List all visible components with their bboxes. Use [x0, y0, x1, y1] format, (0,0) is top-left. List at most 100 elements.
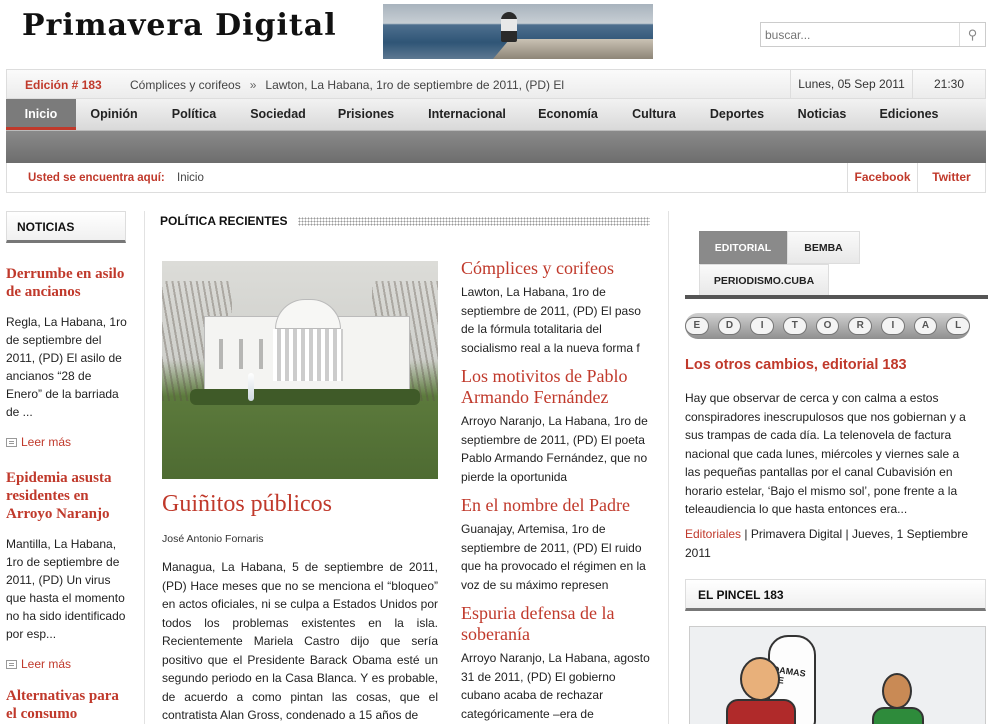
edition-bar: Edición # 183 Cómplices y corifeos » Lawto… [6, 69, 986, 99]
badge-letter: D [717, 317, 742, 335]
breadcrumb-label: Usted se encuentra aquí: [28, 172, 165, 184]
badge-letter: R [848, 317, 873, 335]
column-divider [144, 211, 145, 724]
editorial-tabs: EDITORIAL BEMBA PERIODISMO.CUBA [685, 229, 988, 299]
nav-item-sociedad[interactable]: Sociedad [236, 99, 320, 130]
badge-letter: I [881, 317, 905, 335]
editorial-text: Hay que observar de cerca y con calma a … [685, 391, 966, 516]
list-item: Los motivitos de Pablo Armando Fernández… [461, 366, 651, 486]
nav-item-economia[interactable]: Economía [522, 99, 614, 130]
news-item-title[interactable]: Epidemia asusta residentes en Arroyo Nar… [6, 469, 128, 523]
badge-letter: E [684, 317, 709, 335]
tab-periodismo-cuba[interactable]: PERIODISMO.CUBA [699, 264, 829, 297]
nav-item-prisiones[interactable]: Prisiones [320, 99, 412, 130]
cartoon-figure-body [872, 707, 924, 724]
search-icon[interactable]: ⚲ [959, 23, 985, 46]
recent-article-title[interactable]: Los motivitos de Pablo Armando Fernández [461, 366, 651, 408]
breadcrumb: Usted se encuentra aquí: Inicio Facebook… [6, 163, 986, 193]
fountain-shape [248, 373, 254, 401]
nav-item-opinion[interactable]: Opinión [76, 99, 152, 130]
read-more-label: Leer más [21, 435, 72, 449]
news-list: Derrumbe en asilo de ancianos Regla, La … [6, 265, 128, 724]
news-item-text: Regla, La Habana, 1ro de septiembre del … [6, 315, 127, 419]
recent-article-title[interactable]: Espuria defensa de la soberanía [461, 603, 651, 645]
recent-article-text: Guanajay, Artemisa, 1ro de septiembre de… [461, 522, 646, 592]
news-item-text: Mantilla, La Habana, 1ro de septiembre d… [6, 537, 126, 641]
header-banner-image [383, 4, 653, 59]
current-date: Lunes, 05 Sep 2011 [790, 70, 912, 98]
recent-article-title[interactable]: Cómplices y corifeos [461, 258, 651, 279]
ticker-text[interactable]: Lawton, La Habana, 1ro de septiembre de … [265, 78, 564, 92]
recent-article-text: Lawton, La Habana, 1ro de septiembre de … [461, 285, 641, 355]
sidebar-heading: NOTICIAS [6, 211, 126, 243]
recent-article-text: Arroyo Naranjo, La Habana, agosto 31 de … [461, 651, 650, 721]
section-title: POLÍTICA RECIENTES [160, 214, 288, 228]
section-heading: POLÍTICA RECIENTES [160, 211, 650, 231]
dotted-rule [297, 216, 650, 226]
nav-item-noticias[interactable]: Noticias [780, 99, 864, 130]
main-article-title[interactable]: Guiñitos públicos [162, 491, 438, 518]
badge-letter: L [946, 317, 971, 335]
nav-item-politica[interactable]: Política [152, 99, 236, 130]
list-item: Espuria defensa de la soberanía Arroyo N… [461, 603, 651, 723]
article-photo[interactable] [162, 261, 438, 479]
tab-bemba[interactable]: BEMBA [787, 231, 860, 264]
ticker-separator: » [249, 78, 257, 92]
main-nav: Inicio Opinión Política Sociedad Prision… [6, 99, 986, 131]
column-divider [668, 211, 669, 724]
badge-letter: O [815, 317, 840, 335]
white-house-shape [204, 299, 410, 396]
tab-underline [685, 295, 988, 299]
nav-item-cultura[interactable]: Cultura [614, 99, 694, 130]
editorial-panel: EDITORIAL BEMBA PERIODISMO.CUBA E D I T … [684, 229, 988, 724]
cartoon-figure-head [882, 673, 912, 709]
badge-letter: T [783, 317, 807, 335]
read-more-label: Leer más [21, 657, 72, 671]
list-item: Cómplices y corifeos Lawton, La Habana, … [461, 258, 651, 357]
politics-section: POLÍTICA RECIENTES Guiñitos públicos Jos… [160, 211, 650, 722]
portico-shape [275, 299, 341, 329]
ticker-title[interactable]: Cómplices y corifeos [130, 78, 241, 92]
current-time: 21:30 [912, 70, 985, 98]
nav-item-inicio[interactable]: Inicio [6, 99, 76, 130]
badge-letter: I [750, 317, 774, 335]
search-input[interactable] [761, 23, 956, 46]
editorial-title[interactable]: Los otros cambios, editorial 183 [685, 357, 907, 373]
cartoon-figure-body [726, 699, 796, 724]
twitter-link[interactable]: Twitter [917, 163, 985, 192]
recent-articles: Cómplices y corifeos Lawton, La Habana, … [461, 258, 651, 724]
tab-editorial[interactable]: EDITORIAL [699, 231, 787, 264]
columns-shape [273, 329, 343, 381]
news-item-title[interactable]: Alternativas para el consumo familiar [6, 687, 128, 724]
editorial-badge: E D I T O R I A L [684, 313, 971, 339]
document-icon [6, 437, 17, 447]
read-more-link[interactable]: Leer más [6, 657, 128, 671]
person-shirt-shape [501, 19, 517, 31]
editorial-meta: Editoriales | Primavera Digital | Jueves… [685, 525, 975, 562]
edition-number[interactable]: Edición # 183 [25, 78, 102, 92]
pincel-heading: EL PINCEL 183 [685, 579, 986, 611]
news-ticker[interactable]: Cómplices y corifeos » Lawton, La Habana, … [130, 78, 564, 92]
recent-article-text: Arroyo Naranjo, La Habana, 1ro de septie… [461, 414, 648, 484]
hedge-shape [190, 389, 420, 405]
search-box: ⚲ [760, 22, 986, 47]
seawall-shape [493, 39, 653, 59]
facebook-link[interactable]: Facebook [847, 163, 917, 192]
read-more-link[interactable]: Leer más [6, 435, 128, 449]
news-sidebar: NOTICIAS Derrumbe en asilo de ancianos R… [6, 211, 128, 724]
news-item-title[interactable]: Derrumbe en asilo de ancianos [6, 265, 128, 301]
nav-item-ediciones[interactable]: Ediciones [864, 99, 954, 130]
nav-item-internacional[interactable]: Internacional [412, 99, 522, 130]
article-body: Managua, La Habana, 5 de septiembre de 2… [162, 560, 438, 722]
sub-nav [6, 131, 986, 163]
site-logo[interactable]: Primavera Digital [22, 8, 337, 43]
article-author: José Antonio Fornaris [162, 533, 264, 545]
cartoon-image[interactable]: DAMAS DE [689, 626, 986, 724]
editoriales-link[interactable]: Editoriales [685, 527, 741, 541]
nav-item-deportes[interactable]: Deportes [694, 99, 780, 130]
recent-article-title[interactable]: En el nombre del Padre [461, 495, 651, 516]
badge-letter: A [913, 317, 938, 335]
breadcrumb-current[interactable]: Inicio [177, 172, 204, 184]
list-item: En el nombre del Padre Guanajay, Artemis… [461, 495, 651, 594]
cartoon-figure-head [740, 657, 780, 701]
